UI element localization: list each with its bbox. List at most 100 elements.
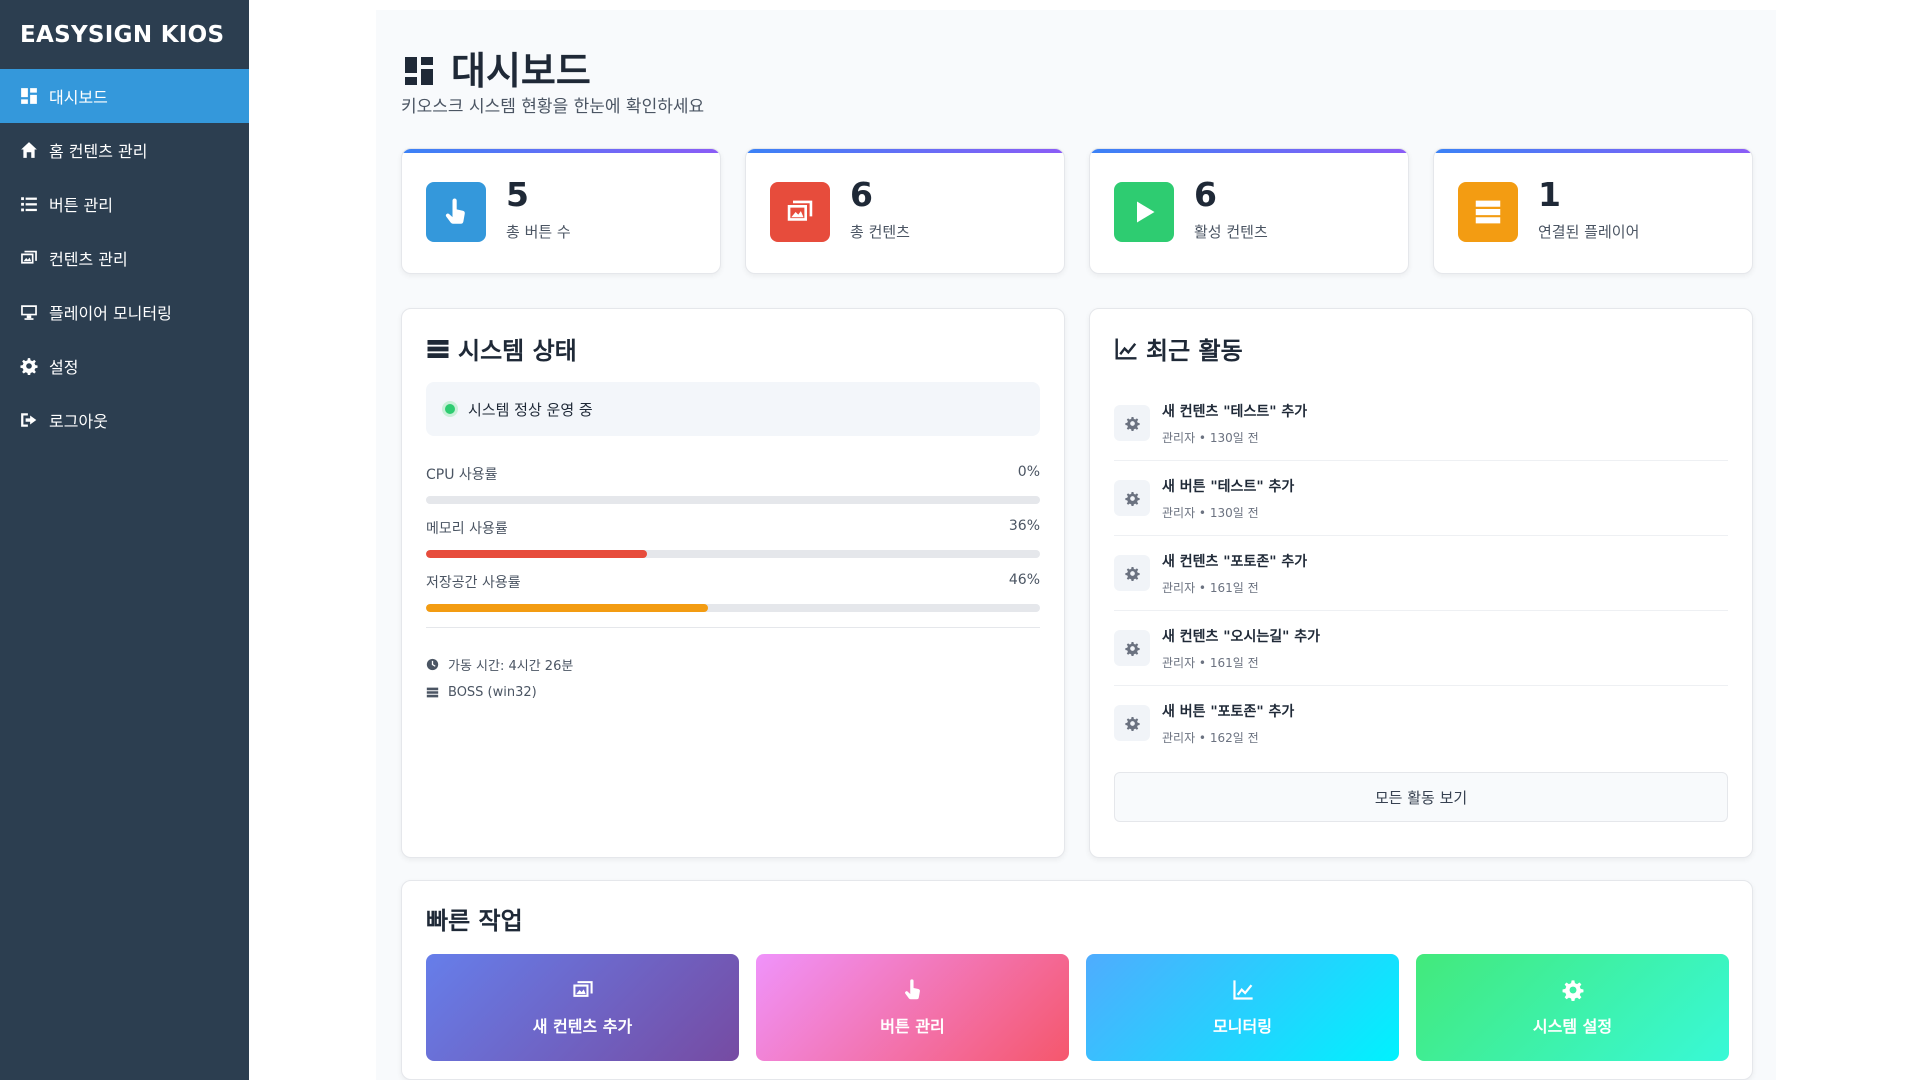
button-management-button[interactable]: 버튼 관리 — [756, 954, 1069, 1061]
status-indicator-icon — [442, 401, 458, 417]
quick-actions-title: 빠른 작업 — [426, 907, 523, 935]
activity-item: 새 컨텐츠 "오시는길" 추가 관리자 • 161일 전 — [1114, 612, 1728, 686]
monitoring-button[interactable]: 모니터링 — [1086, 954, 1399, 1061]
sidebar-item-label: 홈 컨텐츠 관리 — [49, 142, 148, 161]
activity-text: 새 컨텐츠 "포토존" 추가 — [1162, 554, 1308, 570]
metric-label: 메모리 사용률 — [426, 521, 508, 537]
activity-text: 새 버튼 "테스트" 추가 — [1162, 479, 1295, 495]
progress-fill — [426, 604, 709, 612]
metric-cpu: CPU 사용률 0% — [426, 464, 1040, 504]
stat-label: 연결된 플레이어 — [1538, 223, 1640, 241]
system-status-panel: 시스템 상태 시스템 정상 운영 중 CPU 사용률 0% 메모리 사용률 36… — [401, 308, 1065, 858]
sidebar-item-dashboard[interactable]: 대시보드 — [0, 69, 249, 123]
metric-value: 36% — [1008, 518, 1040, 534]
panel-title-text: 시스템 상태 — [458, 337, 577, 365]
gear-icon — [1114, 480, 1150, 516]
stat-value: 5 — [506, 175, 529, 214]
gear-icon — [1114, 630, 1150, 666]
progress-bar — [426, 496, 1040, 504]
server-icon — [426, 687, 439, 698]
progress-bar — [426, 604, 1040, 612]
stat-card-contents: 6 총 컨텐츠 — [745, 148, 1065, 274]
progress-fill — [426, 550, 648, 558]
brand-logo: EASYSIGN KIOS — [20, 21, 225, 48]
stat-card-players: 1 연결된 플레이어 — [1433, 148, 1753, 274]
activity-meta: 관리자 • 130일 전 — [1162, 431, 1259, 445]
pointer-icon — [426, 182, 486, 242]
gear-icon — [1562, 979, 1583, 1001]
stat-label: 총 버튼 수 — [506, 223, 571, 241]
metric-memory: 메모리 사용률 36% — [426, 518, 1040, 558]
images-icon — [572, 980, 593, 997]
images-icon — [20, 249, 38, 267]
activity-text: 새 컨텐츠 "오시는길" 추가 — [1162, 629, 1321, 645]
stat-value: 1 — [1538, 175, 1561, 214]
images-icon — [770, 182, 830, 242]
activity-item: 새 컨텐츠 "포토존" 추가 관리자 • 161일 전 — [1114, 537, 1728, 611]
home-icon — [20, 141, 38, 159]
system-settings-button[interactable]: 시스템 설정 — [1416, 954, 1729, 1061]
page-title-text: 대시보드 — [451, 49, 591, 93]
quick-button-label: 시스템 설정 — [1532, 1016, 1613, 1036]
logout-icon — [20, 411, 38, 429]
status-text: 시스템 정상 운영 중 — [468, 400, 593, 419]
activity-meta: 관리자 • 130일 전 — [1162, 506, 1259, 520]
main-content: 대시보드 키오스크 시스템 현황을 한눈에 확인하세요 5 총 버튼 수 6 총… — [376, 10, 1776, 1080]
metric-storage: 저장공간 사용률 46% — [426, 572, 1040, 612]
metric-label: 저장공간 사용률 — [426, 575, 521, 591]
sidebar: EASYSIGN KIOS 대시보드 홈 컨텐츠 관리 버튼 관리 컨텐츠 관리… — [0, 0, 249, 1080]
divider — [426, 627, 1040, 628]
sidebar-item-settings[interactable]: 설정 — [0, 339, 249, 393]
recent-activity-panel: 최근 활동 새 컨텐츠 "테스트" 추가 관리자 • 130일 전 새 버튼 "… — [1089, 308, 1753, 858]
stat-card-active-contents: 6 활성 컨텐츠 — [1089, 148, 1409, 274]
progress-bar — [426, 550, 1040, 558]
play-icon — [1114, 182, 1174, 242]
metric-label: CPU 사용률 — [426, 467, 498, 483]
quick-button-label: 새 컨텐츠 추가 — [532, 1016, 633, 1036]
sidebar-item-label: 설정 — [49, 358, 79, 377]
server-icon — [1458, 182, 1518, 242]
chart-line-icon — [1114, 337, 1138, 361]
panel-title: 시스템 상태 — [426, 331, 577, 366]
activity-text: 새 컨텐츠 "테스트" 추가 — [1162, 404, 1308, 420]
sidebar-item-content[interactable]: 컨텐츠 관리 — [0, 231, 249, 285]
gear-icon — [1114, 705, 1150, 741]
page-subtitle: 키오스크 시스템 현황을 한눈에 확인하세요 — [401, 97, 705, 117]
stat-value: 6 — [850, 175, 873, 214]
sidebar-item-label: 버튼 관리 — [49, 196, 113, 215]
sidebar-item-label: 컨텐츠 관리 — [49, 250, 128, 269]
view-all-activity-button[interactable]: 모든 활동 보기 — [1114, 772, 1728, 822]
stat-label: 총 컨텐츠 — [850, 223, 910, 241]
activity-meta: 관리자 • 161일 전 — [1162, 656, 1259, 670]
sidebar-item-home-content[interactable]: 홈 컨텐츠 관리 — [0, 123, 249, 177]
uptime-info: 가동 시간: 4시간 26분 — [426, 655, 573, 674]
gear-icon — [1114, 555, 1150, 591]
dashboard-icon — [403, 52, 435, 85]
uptime-text: 가동 시간: 4시간 26분 — [448, 659, 574, 674]
system-status-box: 시스템 정상 운영 중 — [426, 382, 1040, 436]
activity-meta: 관리자 • 162일 전 — [1162, 731, 1259, 745]
metric-value: 46% — [1008, 572, 1040, 588]
server-icon — [426, 337, 450, 361]
sidebar-item-logout[interactable]: 로그아웃 — [0, 393, 249, 447]
sidebar-item-label: 로그아웃 — [49, 412, 108, 431]
add-content-button[interactable]: 새 컨텐츠 추가 — [426, 954, 739, 1061]
gear-icon — [20, 357, 38, 375]
dashboard-icon — [20, 87, 38, 105]
sidebar-item-player-monitoring[interactable]: 플레이어 모니터링 — [0, 285, 249, 339]
sidebar-item-buttons[interactable]: 버튼 관리 — [0, 177, 249, 231]
page-title: 대시보드 — [403, 40, 591, 95]
quick-actions-panel: 빠른 작업 새 컨텐츠 추가 버튼 관리 모니터링 시스템 설정 — [401, 880, 1753, 1080]
stat-card-buttons: 5 총 버튼 수 — [401, 148, 721, 274]
panel-title: 최근 활동 — [1114, 331, 1243, 366]
quick-button-label: 모니터링 — [1213, 1016, 1272, 1036]
activity-text: 새 버튼 "포토존" 추가 — [1162, 704, 1295, 720]
quick-button-label: 버튼 관리 — [880, 1016, 945, 1036]
list-icon — [20, 195, 38, 213]
activity-item: 새 버튼 "테스트" 추가 관리자 • 130일 전 — [1114, 462, 1728, 536]
clock-icon — [426, 658, 439, 671]
sidebar-item-label: 대시보드 — [49, 88, 108, 107]
activity-item: 새 컨텐츠 "테스트" 추가 관리자 • 130일 전 — [1114, 387, 1728, 461]
chart-line-icon — [1232, 979, 1253, 1000]
host-info: BOSS (win32) — [426, 685, 537, 700]
